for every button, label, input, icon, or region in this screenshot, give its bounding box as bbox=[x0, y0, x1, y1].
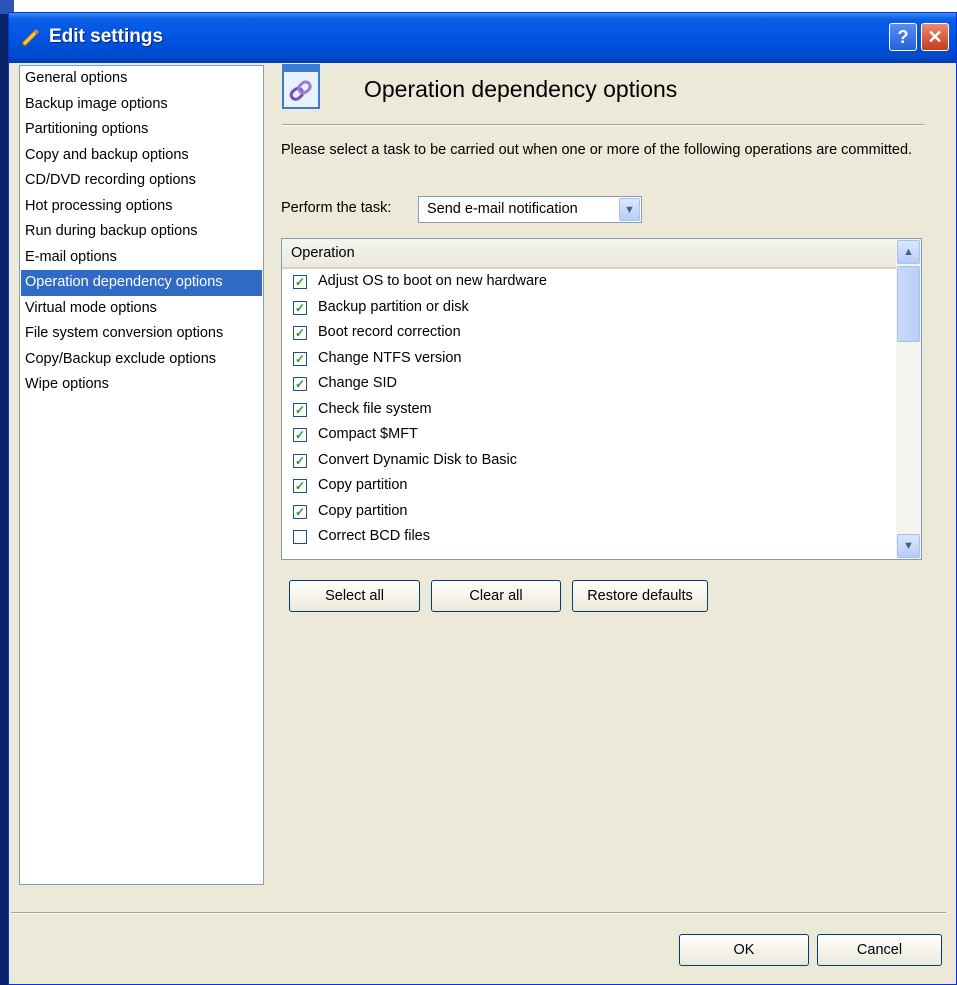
vertical-scrollbar[interactable]: ▲ ▼ bbox=[896, 239, 921, 559]
operation-label: Correct BCD files bbox=[318, 528, 430, 544]
operation-checkbox[interactable] bbox=[293, 530, 307, 544]
title-divider bbox=[282, 124, 924, 126]
operation-label: Copy partition bbox=[318, 502, 408, 519]
task-dropdown[interactable]: Send e-mail notification ▼ bbox=[418, 196, 642, 223]
operation-checkbox[interactable]: ✓ bbox=[293, 504, 307, 519]
settings-category-list[interactable]: General options Backup image options Parti… bbox=[19, 65, 264, 885]
select-all-button[interactable]: Select all bbox=[289, 580, 420, 612]
footer-divider bbox=[11, 912, 946, 914]
sidebar-item[interactable]: Backup image options bbox=[20, 92, 263, 118]
operation-label: Change SID bbox=[318, 375, 397, 391]
description-text: Please select a task to be carried out w… bbox=[281, 142, 913, 158]
sidebar-item[interactable]: Copy and backup options bbox=[20, 143, 263, 169]
sidebar-item[interactable]: File system conversion options bbox=[20, 321, 263, 347]
title-bar[interactable]: Edit settings ? ✕ bbox=[9, 13, 956, 63]
operation-checkbox[interactable]: ✓ bbox=[293, 275, 307, 289]
link-page-icon bbox=[282, 64, 320, 109]
operation-checkbox[interactable]: ✓ bbox=[293, 402, 307, 417]
sidebar-item[interactable]: Partitioning options bbox=[20, 117, 263, 143]
operation-label: Check file system bbox=[318, 400, 432, 417]
operation-row[interactable]: ✓ Copy partition bbox=[282, 474, 896, 500]
operation-label: Backup partition or disk bbox=[318, 298, 469, 315]
operation-label: Boot record correction bbox=[318, 324, 461, 340]
operation-row[interactable]: ✓ Boot record correction bbox=[282, 321, 896, 347]
column-header-operation[interactable]: Operation bbox=[282, 239, 896, 269]
cancel-button[interactable]: Cancel bbox=[817, 934, 942, 966]
sidebar-item[interactable]: Copy/Backup exclude options bbox=[20, 347, 263, 373]
chevron-down-icon[interactable]: ▼ bbox=[619, 198, 640, 221]
perform-task-label: Perform the task: bbox=[281, 200, 392, 216]
operation-label: Copy partition bbox=[318, 477, 408, 493]
operation-row[interactable]: ✓ Change SID bbox=[282, 372, 896, 398]
operation-row[interactable]: ✓ Compact $MFT bbox=[282, 423, 896, 449]
sidebar-item[interactable]: Hot processing options bbox=[20, 194, 263, 220]
operation-checkbox[interactable]: ✓ bbox=[293, 428, 307, 442]
sidebar-item[interactable]: E-mail options bbox=[20, 245, 263, 271]
operation-label: Adjust OS to boot on new hardware bbox=[318, 273, 547, 289]
operation-checkbox[interactable]: ✓ bbox=[293, 326, 307, 340]
ok-button[interactable]: OK bbox=[679, 934, 809, 966]
operation-checkbox[interactable]: ✓ bbox=[293, 377, 307, 391]
operation-list[interactable]: Operation ✓ Adjust OS to boot on new hard… bbox=[281, 238, 922, 560]
operation-row[interactable]: ✓ Copy partition bbox=[282, 500, 896, 526]
task-dropdown-value: Send e-mail notification bbox=[427, 201, 578, 217]
scroll-up-icon[interactable]: ▲ bbox=[897, 240, 920, 264]
sidebar-item[interactable]: Wipe options bbox=[20, 372, 263, 398]
operation-row[interactable]: Correct BCD files bbox=[282, 525, 896, 551]
operation-label: Change NTFS version bbox=[318, 349, 462, 366]
operation-row[interactable]: ✓ Backup partition or disk bbox=[282, 296, 896, 322]
operation-row[interactable]: ✓ Convert Dynamic Disk to Basic bbox=[282, 449, 896, 475]
operation-checkbox[interactable]: ✓ bbox=[293, 479, 307, 493]
sidebar-item[interactable]: Run during backup options bbox=[20, 219, 263, 245]
operation-checkbox[interactable]: ✓ bbox=[293, 300, 307, 315]
pencil-icon bbox=[21, 29, 39, 47]
restore-defaults-button[interactable]: Restore defaults bbox=[572, 580, 708, 612]
operation-checkbox[interactable]: ✓ bbox=[293, 453, 307, 468]
window-title: Edit settings bbox=[49, 26, 164, 47]
operation-label: Convert Dynamic Disk to Basic bbox=[318, 451, 518, 468]
operation-row[interactable]: ✓ Change NTFS version bbox=[282, 347, 896, 373]
help-button[interactable]: ? bbox=[889, 23, 917, 51]
clear-all-button[interactable]: Clear all bbox=[431, 580, 561, 612]
sidebar-item[interactable]: Virtual mode options bbox=[20, 296, 263, 322]
scroll-down-icon[interactable]: ▼ bbox=[897, 534, 920, 558]
operation-label: Compact $MFT bbox=[318, 426, 418, 442]
operation-row[interactable]: ✓ Check file system bbox=[282, 398, 896, 424]
desktop-edge bbox=[0, 0, 8, 985]
scroll-thumb[interactable] bbox=[897, 266, 920, 342]
operation-row[interactable]: ✓ Adjust OS to boot on new hardware bbox=[282, 270, 896, 296]
operation-checkbox[interactable]: ✓ bbox=[293, 351, 307, 366]
sidebar-item[interactable]: Operation dependency options bbox=[21, 270, 262, 296]
close-button[interactable]: ✕ bbox=[921, 23, 949, 51]
page-title: Operation dependency options bbox=[364, 76, 678, 102]
sidebar-item[interactable]: General options bbox=[20, 66, 263, 92]
sidebar-item[interactable]: CD/DVD recording options bbox=[20, 168, 263, 194]
